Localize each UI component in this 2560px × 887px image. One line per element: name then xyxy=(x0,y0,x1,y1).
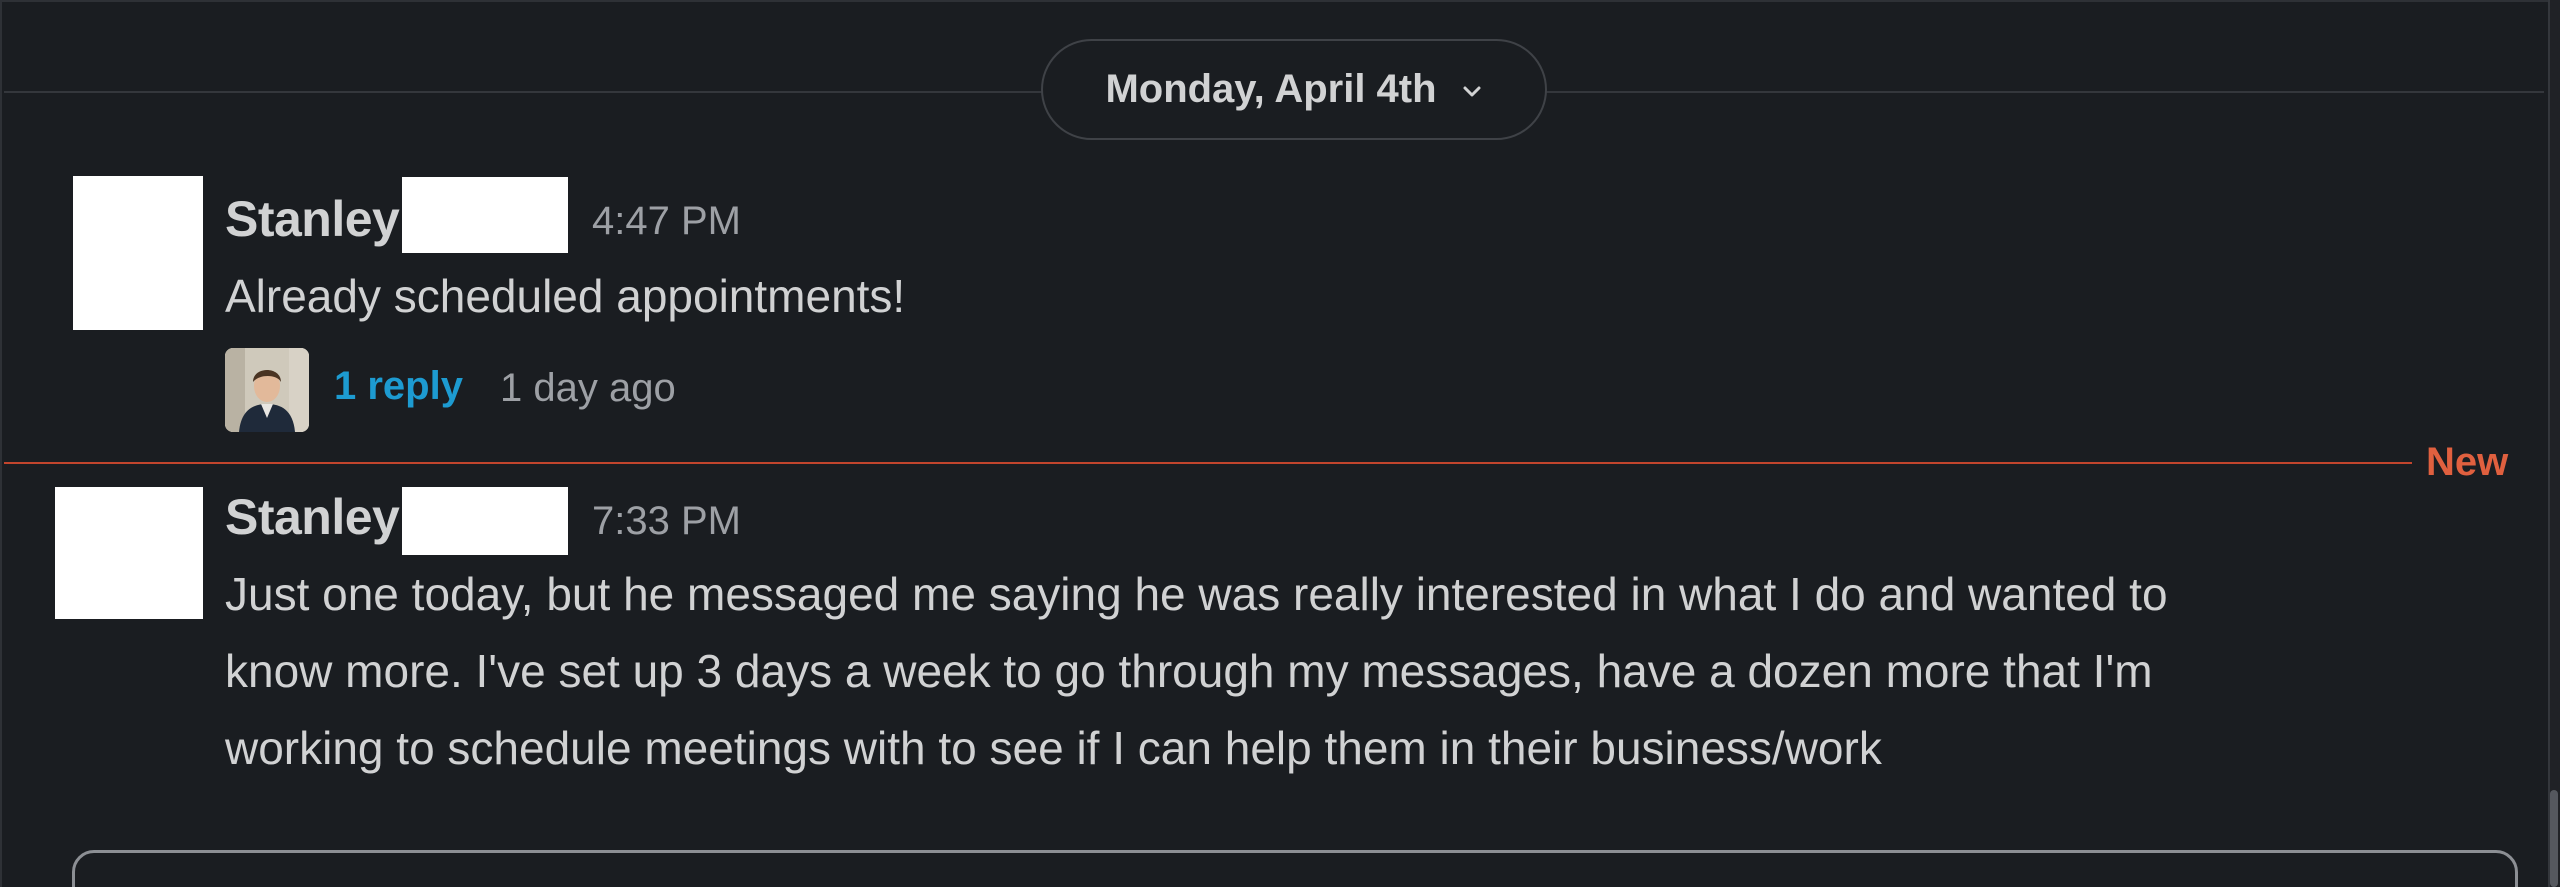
date-label: Monday, April 4th xyxy=(1105,67,1437,111)
new-messages-divider xyxy=(4,462,2412,464)
message-text-line: know more. I've set up 3 days a week to … xyxy=(225,645,2153,697)
message-timestamp[interactable]: 7:33 PM xyxy=(592,501,741,541)
message-timestamp[interactable]: 4:47 PM xyxy=(592,201,741,241)
reply-user-avatar[interactable] xyxy=(225,348,309,432)
message-text-line: Just one today, but he messaged me sayin… xyxy=(225,568,2168,620)
redacted-surname xyxy=(402,177,568,253)
message-composer[interactable] xyxy=(72,850,2518,887)
chevron-down-icon xyxy=(1461,81,1483,103)
thread-replies-link[interactable]: 1 reply xyxy=(334,366,463,406)
sender-name[interactable]: Stanley xyxy=(225,492,400,542)
thread-last-reply-time: 1 day ago xyxy=(500,366,676,410)
scrollbar-track[interactable] xyxy=(2548,0,2560,887)
message-text: Already scheduled appointments! xyxy=(225,270,906,322)
redacted-surname xyxy=(402,487,568,555)
avatar[interactable] xyxy=(73,176,203,330)
sender-name[interactable]: Stanley xyxy=(225,194,400,244)
avatar[interactable] xyxy=(55,487,203,619)
scrollbar-thumb[interactable] xyxy=(2550,790,2558,887)
message-text-line: working to schedule meetings with to see… xyxy=(225,722,1882,774)
date-jump-button[interactable]: Monday, April 4th xyxy=(1041,39,1547,140)
new-messages-label: New xyxy=(2426,440,2509,484)
